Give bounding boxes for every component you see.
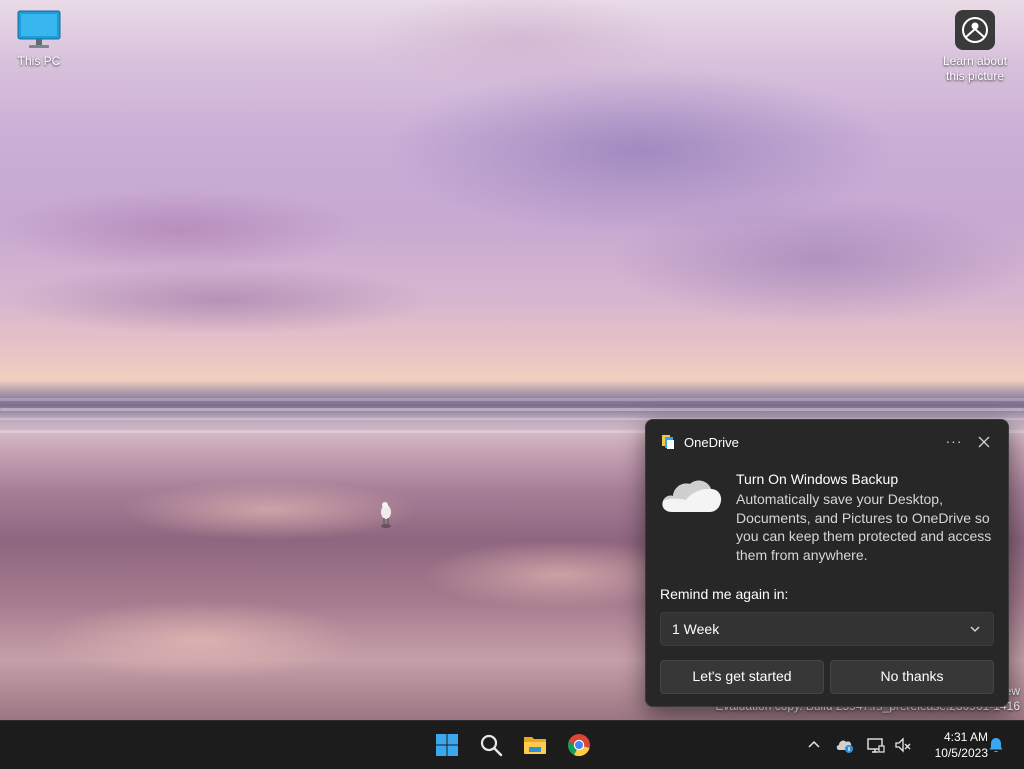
cloud-icon bbox=[662, 480, 722, 512]
no-thanks-button[interactable]: No thanks bbox=[830, 660, 994, 694]
seagull-image bbox=[381, 502, 391, 528]
wallpaper-reflection bbox=[120, 480, 420, 540]
show-hidden-icons-button[interactable] bbox=[804, 735, 824, 755]
spotlight-camera-icon bbox=[955, 10, 995, 50]
close-icon bbox=[978, 436, 990, 448]
network-tray-button[interactable] bbox=[866, 735, 886, 755]
lets-get-started-button[interactable]: Let's get started bbox=[660, 660, 824, 694]
chevron-up-icon bbox=[808, 740, 820, 748]
remind-label: Remind me again in: bbox=[660, 586, 789, 602]
onedrive-app-icon bbox=[662, 435, 674, 449]
learn-about-picture-label: Learn about this picture bbox=[942, 54, 1008, 83]
clock[interactable]: 4:31 AM 10/5/2023 bbox=[918, 729, 988, 761]
taskbar: 4:31 AM 10/5/2023 bbox=[0, 720, 1024, 769]
file-explorer-button[interactable] bbox=[517, 727, 553, 763]
notifications-button[interactable] bbox=[986, 735, 1006, 755]
windows-start-icon bbox=[436, 734, 458, 756]
chevron-down-icon bbox=[970, 626, 980, 632]
start-button[interactable] bbox=[429, 727, 465, 763]
search-button[interactable] bbox=[473, 727, 509, 763]
toast-app-name: OneDrive bbox=[684, 435, 739, 450]
onedrive-notification-toast: OneDrive ··· Turn On Windows Backup Auto… bbox=[645, 419, 1009, 707]
bell-icon bbox=[989, 738, 1003, 753]
more-options-button[interactable]: ··· bbox=[942, 430, 966, 454]
onedrive-cloud-icon bbox=[836, 740, 853, 753]
learn-about-picture-desktop-icon[interactable]: Learn about this picture bbox=[934, 10, 1016, 84]
volume-muted-icon bbox=[895, 737, 911, 753]
chrome-icon bbox=[568, 734, 590, 757]
wallpaper-reflection bbox=[40, 600, 360, 680]
remind-interval-dropdown[interactable]: 1 Week bbox=[660, 612, 994, 646]
toast-body-text: Automatically save your Desktop, Documen… bbox=[736, 491, 992, 563]
chrome-button[interactable] bbox=[561, 727, 597, 763]
remind-interval-value: 1 Week bbox=[672, 621, 720, 637]
this-pc-label: This PC bbox=[17, 54, 61, 68]
close-button[interactable] bbox=[972, 430, 996, 454]
volume-tray-button[interactable] bbox=[893, 735, 913, 755]
toast-title: Turn On Windows Backup bbox=[736, 471, 899, 487]
onedrive-tray-button[interactable] bbox=[835, 735, 855, 755]
clock-date: 10/5/2023 bbox=[934, 746, 988, 760]
this-pc-desktop-icon[interactable]: This PC bbox=[8, 10, 70, 69]
file-explorer-icon bbox=[524, 737, 546, 754]
search-icon bbox=[480, 734, 503, 757]
wallpaper-wave bbox=[0, 398, 1024, 401]
clock-time: 4:31 AM bbox=[943, 730, 988, 744]
monitor-icon bbox=[17, 10, 61, 48]
network-icon bbox=[867, 738, 885, 753]
wallpaper-wave bbox=[0, 408, 1024, 411]
toast-header: OneDrive ··· bbox=[660, 433, 994, 454]
